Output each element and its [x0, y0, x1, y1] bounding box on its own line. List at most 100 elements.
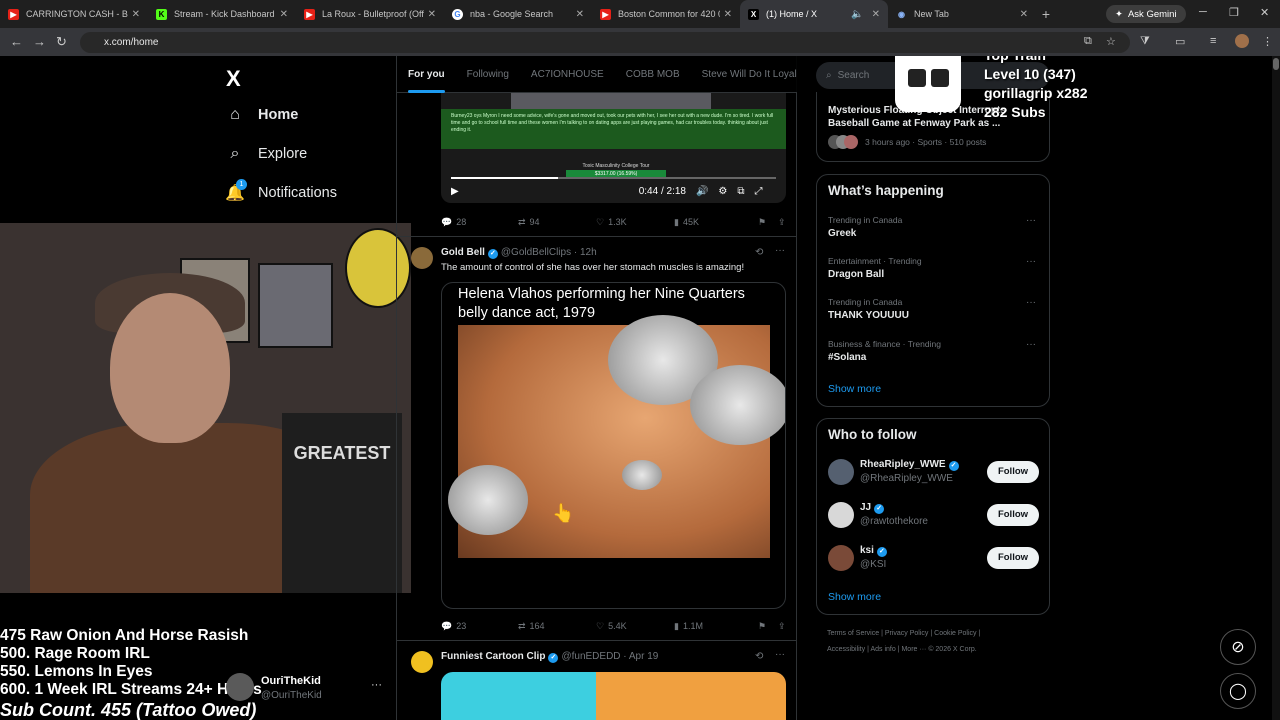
tweet-author[interactable]: Funniest Cartoon Clip ✓ @funEDEDD · Apr 19	[441, 651, 658, 663]
share-icon[interactable]: ⇪	[778, 621, 786, 632]
close-icon[interactable]: ✕	[872, 9, 880, 20]
tab-for-you[interactable]: For you	[397, 56, 456, 93]
volume-icon[interactable]: 🔊	[696, 186, 708, 197]
follow-suggestion[interactable]: RheaRipley_WWE ✓ @RheaRipley_WWE Follow	[828, 457, 1040, 489]
trend-item[interactable]: Entertainment · Trending Dragon Ball ···	[828, 256, 1040, 280]
messages-button[interactable]: ◯	[1220, 673, 1256, 709]
more-icon[interactable]: ···	[1026, 215, 1036, 226]
more-icon[interactable]: ···	[775, 649, 785, 660]
browser-tab[interactable]: ▶ Boston Common for 420 04: ✕	[592, 0, 740, 28]
trend-item[interactable]: Trending in Canada THANK YOUUUU ···	[828, 297, 1040, 321]
heart-icon: ♡	[596, 216, 605, 227]
browser-tab[interactable]: ▶ La Roux - Bulletproof (Official ✕	[296, 0, 444, 28]
play-icon[interactable]: ▶	[451, 186, 459, 197]
bookmark-icon[interactable]: ⚑	[758, 217, 778, 228]
grok-icon[interactable]: ⟲	[755, 651, 763, 662]
sidebar-item-notifications[interactable]: 🔔 1 Notifications	[225, 179, 337, 202]
footer-link[interactable]: Privacy Policy	[885, 630, 929, 637]
close-icon[interactable]: ✕	[576, 9, 584, 20]
show-more-link[interactable]: Show more	[828, 591, 881, 603]
fullscreen-icon[interactable]: ⤢	[755, 186, 763, 197]
sidebar-item-explore[interactable]: ⌕ Explore	[226, 145, 308, 163]
browser-tab[interactable]: K Stream - Kick Dashboard ✕	[148, 0, 296, 28]
tweet-media[interactable]	[441, 672, 786, 720]
browser-tab[interactable]: Gnba - Google Search ✕	[444, 0, 592, 28]
more-icon[interactable]: ···	[371, 679, 382, 691]
repost-button[interactable]: ⇄ 94	[518, 217, 596, 228]
grok-button[interactable]: ⊘	[1220, 629, 1256, 665]
url-field[interactable]: x.com/home	[80, 32, 1130, 53]
tab-list[interactable]: AC7IONHOUSE	[520, 56, 615, 93]
repost-button[interactable]: ⇄ 164	[518, 621, 596, 632]
tweet-author[interactable]: Gold Bell ✓ @GoldBellClips · 12h	[441, 247, 597, 259]
avatar	[828, 545, 854, 571]
repost-count: 94	[529, 217, 540, 227]
video-player[interactable]: Burney23 oys Myron I need some advice, w…	[441, 93, 786, 203]
install-icon[interactable]: ⧉	[1084, 35, 1092, 48]
extensions-icon[interactable]: ⧩	[1140, 35, 1150, 48]
footer-link[interactable]: Accessibility	[827, 646, 865, 653]
browser-tab[interactable]: ▶ CARRINGTON CASH - BLACK ✕	[0, 0, 148, 28]
follow-button[interactable]: Follow	[987, 461, 1039, 483]
show-more-link[interactable]: Show more	[828, 383, 881, 395]
tab-list[interactable]: Steve Will Do It Loyal	[691, 56, 808, 93]
more-icon[interactable]: ···	[775, 245, 785, 256]
footer-link[interactable]: Terms of Service	[827, 630, 879, 637]
x-page: X ⌂ Home ⌕ Explore 🔔 1 Notifications GREATES…	[0, 56, 1280, 720]
reload-icon[interactable]: ↻	[56, 34, 67, 50]
more-icon[interactable]: ···	[1026, 256, 1036, 267]
bookmark-star-icon[interactable]: ☆	[1106, 35, 1116, 48]
x-logo[interactable]: X	[226, 66, 241, 92]
bookmark-icon[interactable]: ⚑	[758, 621, 778, 632]
footer-link[interactable]: Ads info	[870, 646, 895, 653]
footer-link[interactable]: More ···	[901, 646, 926, 653]
pip-icon[interactable]: ⧉	[737, 186, 744, 197]
avatar[interactable]	[411, 247, 433, 269]
browser-tab-active[interactable]: X (1) Home / X 🔈 ✕	[740, 0, 888, 28]
scrollbar-thumb[interactable]	[1273, 58, 1279, 70]
close-icon[interactable]: ✕	[132, 9, 140, 20]
like-button[interactable]: ♡ 5.4K	[596, 621, 674, 632]
follow-suggestion[interactable]: JJ ✓ @rawtothekore Follow	[828, 500, 1040, 532]
close-icon[interactable]: ✕	[280, 9, 288, 20]
mute-icon[interactable]: 🔈	[851, 9, 863, 20]
profile-avatar[interactable]	[1235, 34, 1249, 48]
views-button[interactable]: ▮ 45K	[674, 217, 758, 228]
settings-icon[interactable]: ⚙	[718, 186, 727, 197]
tweet-media[interactable]: Helena Vlahos performing her Nine Quarte…	[441, 282, 786, 609]
tab-list[interactable]: COBB MOB	[615, 56, 691, 93]
more-icon[interactable]: ···	[1026, 297, 1036, 308]
close-icon[interactable]: ✕	[1020, 9, 1028, 20]
forward-icon[interactable]: →	[33, 34, 46, 49]
trend-item[interactable]: Trending in Canada Greek ···	[828, 215, 1040, 239]
menu-icon[interactable]: ⋮	[1262, 35, 1273, 48]
side-panel-icon[interactable]: ▭	[1175, 35, 1185, 48]
close-icon[interactable]: ✕	[428, 9, 436, 20]
close-icon[interactable]: ✕	[724, 9, 732, 20]
trend-item[interactable]: Business & finance · Trending #Solana ···	[828, 339, 1040, 363]
sidebar-item-home[interactable]: ⌂ Home	[226, 106, 298, 124]
window-close-icon[interactable]: ✕	[1260, 6, 1269, 19]
grok-icon[interactable]: ⟲	[755, 247, 763, 258]
reply-button[interactable]: 💬 23	[441, 621, 518, 632]
account-switcher[interactable]: OuriTheKid @OuriTheKid ···	[226, 669, 386, 709]
tab-following[interactable]: Following	[456, 56, 520, 93]
new-tab-button[interactable]: +	[1036, 6, 1056, 22]
views-button[interactable]: ▮ 1.1M	[674, 621, 758, 632]
avatar[interactable]	[411, 651, 433, 673]
minimize-icon[interactable]: ─	[1199, 6, 1207, 18]
follow-button[interactable]: Follow	[987, 504, 1039, 526]
reply-button[interactable]: 💬 28	[441, 217, 518, 228]
scrollbar[interactable]	[1272, 56, 1280, 720]
share-icon[interactable]: ⇪	[778, 217, 786, 228]
follow-suggestion[interactable]: ksi ✓ @KSI Follow	[828, 543, 1040, 575]
like-button[interactable]: ♡ 1.3K	[596, 217, 674, 228]
browser-tab[interactable]: ◉ New Tab ✕	[888, 0, 1036, 28]
back-icon[interactable]: ←	[10, 34, 23, 49]
more-icon[interactable]: ···	[1026, 339, 1036, 350]
reading-list-icon[interactable]: ≡	[1210, 35, 1216, 47]
follow-button[interactable]: Follow	[987, 547, 1039, 569]
footer-link[interactable]: Cookie Policy	[934, 630, 976, 637]
ask-gemini-button[interactable]: ✦ Ask Gemini	[1106, 5, 1186, 23]
restore-icon[interactable]: ❐	[1229, 6, 1239, 19]
